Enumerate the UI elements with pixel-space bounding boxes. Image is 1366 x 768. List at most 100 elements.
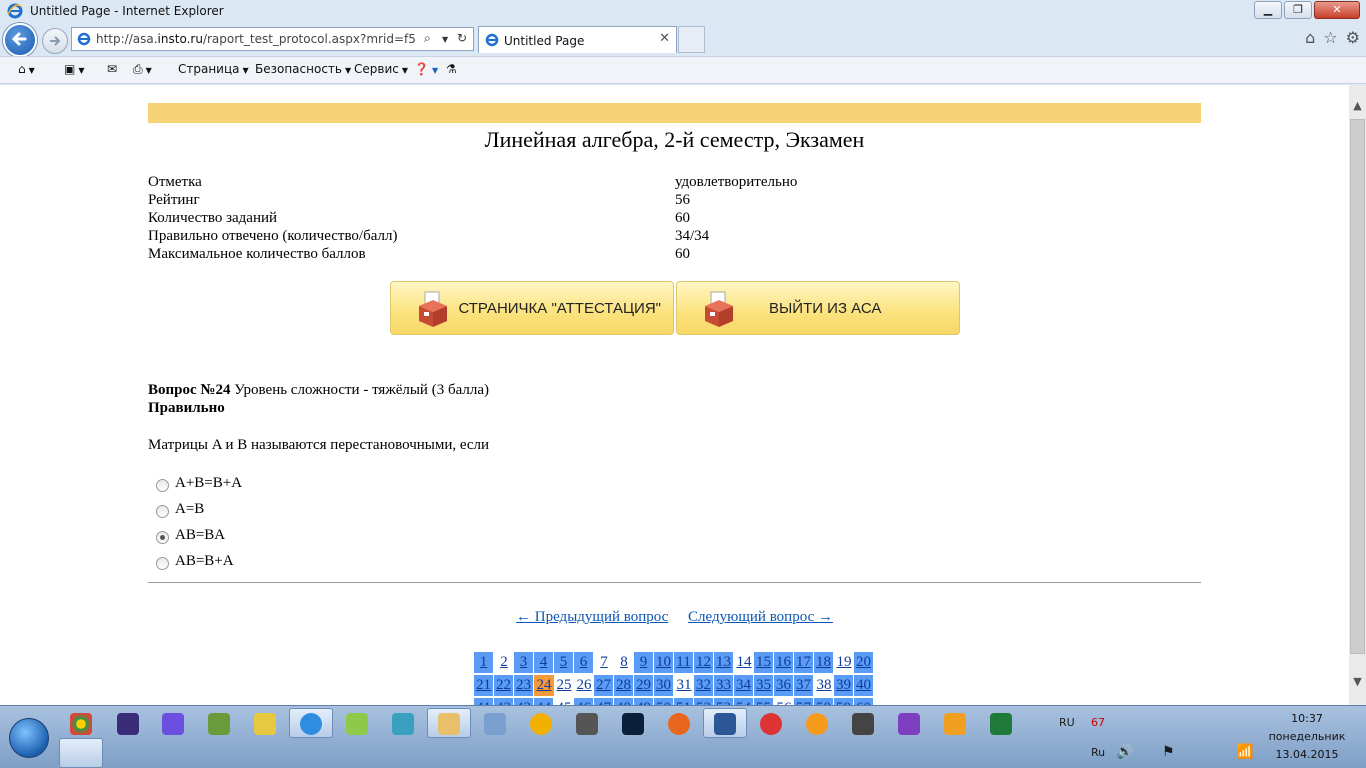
answer-option[interactable]: A=B — [148, 500, 1201, 526]
search-icon[interactable]: ⌕ — [424, 31, 431, 46]
camera-icon[interactable] — [576, 713, 598, 735]
favorites-star-icon[interactable]: ☆ — [1323, 28, 1337, 47]
exit-asa-button[interactable]: ВЫЙТИ ИЗ АСА — [676, 281, 960, 335]
network-signal-icon[interactable]: 📶 — [1236, 744, 1253, 760]
forward-button[interactable] — [42, 28, 68, 54]
keyboard-layout-indicator[interactable]: Ru — [1091, 746, 1105, 759]
taskbar-app-active[interactable] — [59, 738, 103, 768]
answer-option[interactable]: AB=B+A — [148, 552, 1201, 578]
help-icon[interactable]: ❓ ▼ — [414, 62, 438, 76]
radio-button-selected[interactable] — [156, 531, 169, 544]
settings-gear-icon[interactable]: ⚙ — [1346, 28, 1360, 47]
temperature-indicator[interactable]: 67 — [1091, 716, 1105, 729]
question-grid-cell[interactable]: 49 — [634, 698, 654, 705]
question-grid-cell[interactable]: 24 — [534, 675, 554, 696]
question-grid-cell[interactable]: 18 — [814, 652, 834, 673]
firefox-icon[interactable] — [668, 713, 690, 735]
visual-studio-icon[interactable] — [898, 713, 920, 735]
question-grid-cell[interactable]: 27 — [594, 675, 614, 696]
question-grid-cell[interactable]: 52 — [694, 698, 714, 705]
daemon-tools-icon[interactable] — [162, 713, 184, 735]
question-grid-cell[interactable]: 42 — [494, 698, 514, 705]
question-grid-cell[interactable]: 5 — [554, 652, 574, 673]
research-icon[interactable]: ⚗ — [446, 62, 457, 76]
question-grid-cell[interactable]: 15 — [754, 652, 774, 673]
player-icon[interactable] — [944, 713, 966, 735]
print-icon[interactable]: ⎙ ▼ — [133, 62, 152, 77]
question-grid-cell[interactable]: 38 — [814, 675, 834, 696]
system-clock[interactable]: 10:37 понедельник 13.04.2015 — [1262, 710, 1352, 764]
mail-icon[interactable]: ✉ — [107, 62, 117, 76]
question-grid-cell[interactable]: 47 — [594, 698, 614, 705]
home-menu-icon[interactable]: ⌂ ▼ — [18, 62, 35, 76]
attestation-page-button[interactable]: СТРАНИЧКА "АТТЕСТАЦИЯ" — [390, 281, 674, 335]
question-grid-cell[interactable]: 12 — [694, 652, 714, 673]
question-grid-cell[interactable]: 51 — [674, 698, 694, 705]
question-grid-cell[interactable]: 4 — [534, 652, 554, 673]
excel-icon[interactable] — [990, 713, 1012, 735]
question-grid-cell[interactable]: 33 — [714, 675, 734, 696]
answer-option[interactable]: A+B=B+A — [148, 474, 1201, 500]
question-grid-cell[interactable]: 54 — [734, 698, 754, 705]
address-bar[interactable]: http://asa.insto.ru/raport_test_protocol… — [71, 27, 474, 51]
question-grid-cell[interactable]: 29 — [634, 675, 654, 696]
home-icon[interactable]: ⌂ — [1305, 28, 1315, 47]
url-text[interactable]: http://asa.insto.ru/raport_test_protocol… — [96, 32, 416, 46]
question-grid-cell[interactable]: 8 — [614, 652, 634, 673]
network-app-icon[interactable] — [346, 713, 368, 735]
question-grid-cell[interactable]: 34 — [734, 675, 754, 696]
question-grid-cell[interactable]: 9 — [634, 652, 654, 673]
question-grid-cell[interactable]: 35 — [754, 675, 774, 696]
notes-icon[interactable] — [254, 713, 276, 735]
question-grid-cell[interactable]: 30 — [654, 675, 674, 696]
question-grid-cell[interactable]: 3 — [514, 652, 534, 673]
close-window-button[interactable]: ✕ — [1314, 1, 1360, 19]
question-grid-cell[interactable]: 14 — [734, 652, 754, 673]
chrome-icon[interactable] — [70, 713, 92, 735]
question-grid-cell[interactable]: 6 — [574, 652, 594, 673]
question-grid-cell[interactable]: 26 — [574, 675, 594, 696]
question-grid-cell[interactable]: 31 — [674, 675, 694, 696]
question-grid-cell[interactable]: 53 — [714, 698, 734, 705]
radio-button[interactable] — [156, 505, 169, 518]
question-grid-cell[interactable]: 19 — [834, 652, 854, 673]
question-grid-cell[interactable]: 56 — [774, 698, 794, 705]
radio-button[interactable] — [156, 557, 169, 570]
scroll-up-arrow-icon[interactable]: ▲ — [1349, 99, 1366, 112]
question-grid-cell[interactable]: 39 — [834, 675, 854, 696]
question-grid-cell[interactable]: 1 — [474, 652, 494, 673]
question-grid-cell[interactable]: 7 — [594, 652, 614, 673]
question-grid-cell[interactable]: 22 — [494, 675, 514, 696]
tools-menu[interactable]: Сервис ▼ — [354, 62, 408, 76]
refresh-icon[interactable]: ↻ — [457, 31, 467, 45]
app-2-icon[interactable] — [806, 713, 828, 735]
language-indicator[interactable]: RU — [1059, 716, 1075, 729]
sound-app-icon[interactable] — [484, 713, 506, 735]
photoshop-icon[interactable] — [622, 713, 644, 735]
avast-icon[interactable] — [530, 713, 552, 735]
question-grid-cell[interactable]: 10 — [654, 652, 674, 673]
question-grid-cell[interactable]: 41 — [474, 698, 494, 705]
utility-icon[interactable] — [208, 713, 230, 735]
dropdown-icon[interactable]: ▼ — [442, 35, 448, 44]
back-button[interactable] — [3, 23, 37, 57]
question-grid-cell[interactable]: 46 — [574, 698, 594, 705]
question-grid-cell[interactable]: 13 — [714, 652, 734, 673]
question-grid-cell[interactable]: 36 — [774, 675, 794, 696]
question-grid-cell[interactable]: 48 — [614, 698, 634, 705]
question-grid-cell[interactable]: 40 — [854, 675, 874, 696]
start-button[interactable] — [9, 718, 49, 758]
question-grid-cell[interactable]: 44 — [534, 698, 554, 705]
scroll-thumb[interactable] — [1350, 119, 1365, 654]
question-grid-cell[interactable]: 43 — [514, 698, 534, 705]
minimize-button[interactable]: ▁ — [1254, 1, 1282, 19]
question-grid-cell[interactable]: 2 — [494, 652, 514, 673]
question-grid-cell[interactable]: 57 — [794, 698, 814, 705]
scroll-down-arrow-icon[interactable]: ▼ — [1349, 675, 1366, 688]
app-icon[interactable] — [392, 713, 414, 735]
answer-option[interactable]: AB=BA — [148, 526, 1201, 552]
question-grid-cell[interactable]: 58 — [814, 698, 834, 705]
question-grid-cell[interactable]: 50 — [654, 698, 674, 705]
restore-button[interactable]: ❐ — [1284, 1, 1312, 19]
question-grid-cell[interactable]: 59 — [834, 698, 854, 705]
